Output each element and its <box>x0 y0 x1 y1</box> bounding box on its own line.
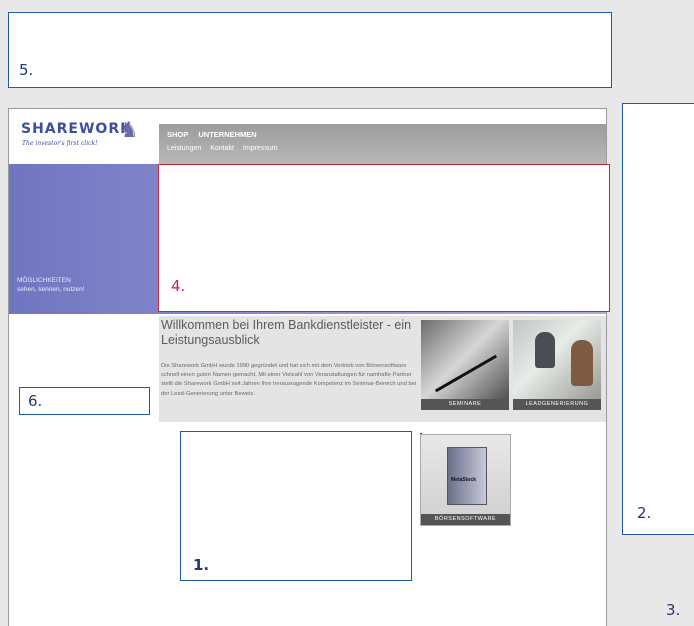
leadgenerierung-caption: LEADGENERIERUNG <box>513 399 601 410</box>
main-navigation: SHOP UNTERNEHMEN Leistungen Kontakt Impr… <box>159 124 606 164</box>
intro-section: Willkommen bei Ihrem Bankdienstleister -… <box>159 316 606 422</box>
zone-2-label: 2. <box>637 504 652 522</box>
zone-1-label: 1. <box>193 556 210 574</box>
nav-top-menu: SHOP UNTERNEHMEN <box>167 130 265 139</box>
nav-item-unternehmen[interactable]: UNTERNEHMEN <box>198 130 256 139</box>
nav-sub-menu: Leistungen Kontakt Impressum <box>167 145 285 152</box>
zone-6-label: 6. <box>28 392 43 410</box>
zone-5-placeholder: 5. <box>8 12 612 88</box>
seminare-caption: SEMINARE <box>421 399 509 410</box>
sharework-logo[interactable]: SHARЕWORK The investor's first click! ♞ <box>21 115 151 155</box>
zone-6-placeholder: 6. <box>19 387 150 415</box>
software-box-label: MetaStock <box>451 477 477 483</box>
bull-icon: ♞ <box>119 117 139 142</box>
leadgenerierung-tile[interactable]: LEADGENERIERUNG <box>513 320 601 410</box>
seminare-tile[interactable]: SEMINARE <box>421 320 509 410</box>
nav-item-shop[interactable]: SHOP <box>167 130 188 139</box>
nav-item-impressum[interactable]: Impressum <box>243 145 278 152</box>
zone-4-highlight: 4. <box>158 164 610 312</box>
zone-4-label: 4. <box>171 277 186 295</box>
intro-title: Willkommen bei Ihrem Bankdienstleister -… <box>161 318 412 347</box>
software-box-image <box>447 447 487 505</box>
banner-slogan: MÖGLICHKEITEN sehen, kennen, nutzen! <box>17 276 85 294</box>
logo-tagline: The investor's first click! <box>22 140 98 147</box>
slogan-line-2: sehen, kennen, nutzen! <box>17 286 85 293</box>
zone-5-label: 5. <box>19 61 34 79</box>
zone-2-placeholder: 2. <box>622 103 694 535</box>
nav-item-kontakt[interactable]: Kontakt <box>210 145 234 152</box>
zone-1-placeholder: 1. <box>180 431 412 581</box>
pen-image <box>434 354 498 393</box>
nav-item-leistungen[interactable]: Leistungen <box>167 145 201 152</box>
slogan-line-1: MÖGLICHKEITEN <box>17 277 71 284</box>
intro-text: Die Sharework GmbH wurde 1990 gegründet … <box>161 363 417 397</box>
boersensoftware-tile[interactable]: MetaStock BÖRSENSOFTWARE <box>420 434 511 526</box>
boersensoftware-caption: BÖRSENSOFTWARE <box>421 514 510 525</box>
zone-3-label: 3. <box>666 601 681 619</box>
logo-brand-text: SHARЕWORK <box>21 121 132 137</box>
person-image <box>571 340 593 386</box>
person-image <box>535 332 555 368</box>
